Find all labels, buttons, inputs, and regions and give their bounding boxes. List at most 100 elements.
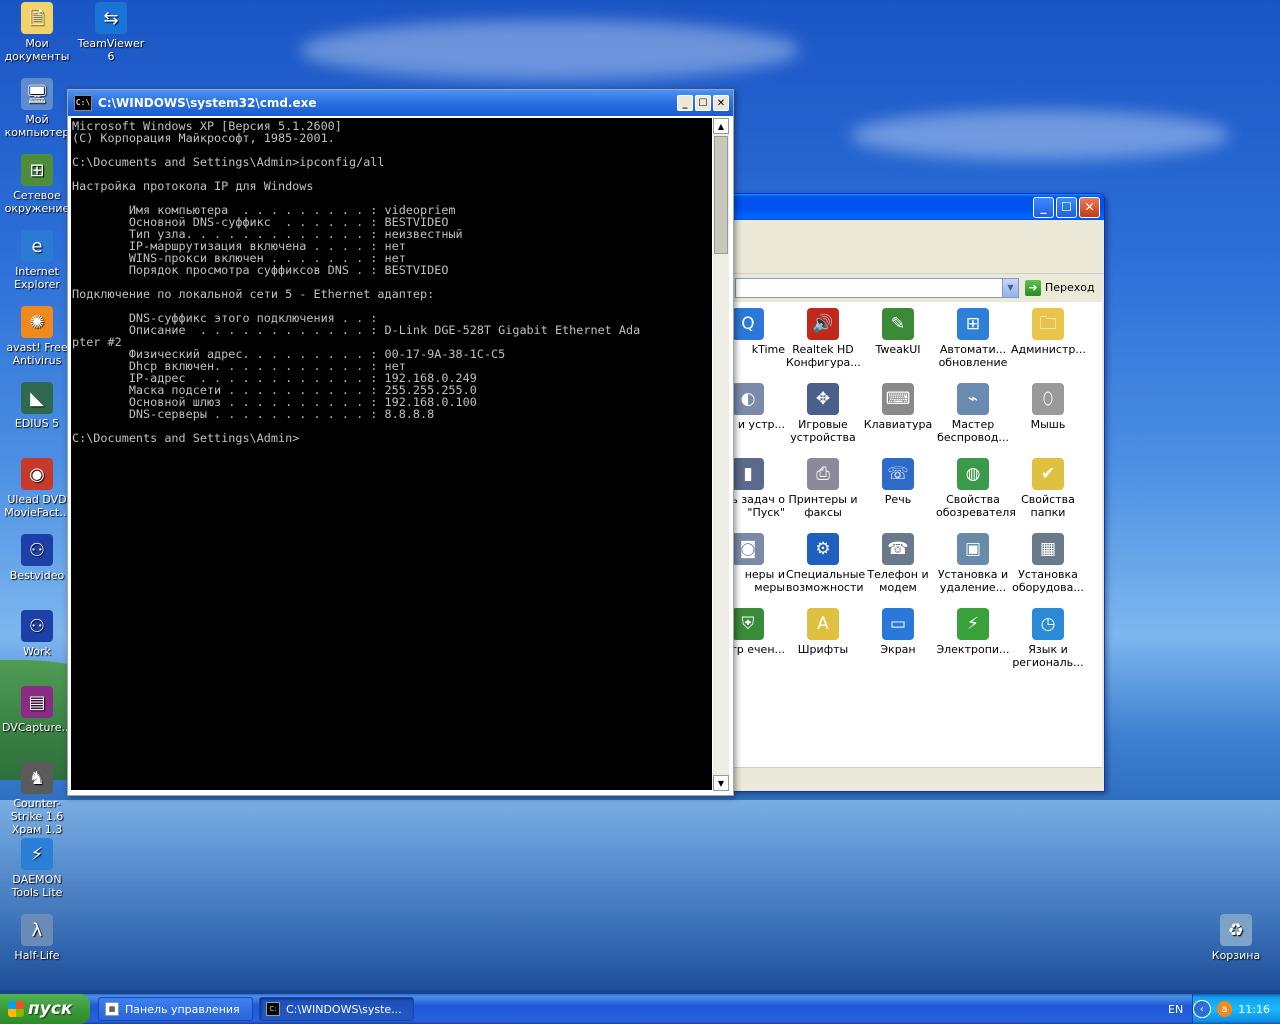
- control-panel-item[interactable]: ◷ Язык и региональ...: [1011, 608, 1085, 669]
- desktop-shortcut[interactable]: λ Half-Life: [0, 914, 74, 962]
- desktop-shortcut[interactable]: ✺ avast! Free Antivirus: [0, 306, 74, 367]
- desktop-shortcut-label: Ulead DVD MovieFact...: [4, 493, 70, 519]
- console-output[interactable]: Microsoft Windows XP [Версия 5.1.2600] (С…: [71, 118, 712, 790]
- control-panel-toolbar: [731, 221, 1104, 274]
- desktop-shortcut[interactable]: e Internet Explorer: [0, 230, 74, 291]
- control-panel-item[interactable]: ▮ ь задач о "Пуск": [731, 458, 785, 519]
- taskbar-item-label: Панель управления: [125, 1002, 240, 1016]
- cmd-icon: C:: [266, 1002, 280, 1016]
- control-panel-item[interactable]: ◐ уки и устр...: [731, 383, 785, 431]
- windows-logo-icon: [8, 1001, 24, 1017]
- control-panel-icon: ▦: [105, 1002, 119, 1016]
- control-panel-item[interactable]: ▦ Установка оборудова...: [1011, 533, 1085, 594]
- control-panel-item[interactable]: ✔ Свойства папки: [1011, 458, 1085, 519]
- my-documents-icon: 🗎: [21, 2, 53, 34]
- desktop-shortcut[interactable]: ⚇ Bestvideo: [0, 534, 74, 582]
- control-panel-item-label: Телефон и модем: [867, 568, 929, 594]
- avast-tray-icon[interactable]: a: [1216, 1001, 1233, 1017]
- administrative-tools-icon: 🗀: [1032, 308, 1064, 340]
- control-panel-item-label: уки и устр...: [731, 418, 785, 431]
- desktop-shortcut[interactable]: ⚡ DAEMON Tools Lite: [0, 838, 74, 899]
- counter-strike-icon: ♞: [21, 762, 53, 794]
- desktop-shortcut[interactable]: ⚇ Work: [0, 610, 74, 658]
- keyboard-icon: ⌨: [882, 383, 914, 415]
- desktop-shortcut[interactable]: ⇆ TeamViewer 6: [74, 2, 148, 63]
- add-remove-programs-icon: ▣: [957, 533, 989, 565]
- scroll-down-icon[interactable]: ▼: [713, 775, 729, 791]
- control-panel-item[interactable]: ☎ Телефон и модем: [861, 533, 935, 594]
- control-panel-item-label: Электропи...: [936, 643, 1010, 656]
- control-panel-item[interactable]: ⚙ Специальные возможности: [786, 533, 865, 594]
- control-panel-item[interactable]: 🔊 Realtek HD Конфигура...: [786, 308, 861, 369]
- desktop-shortcut-label: Internet Explorer: [14, 265, 60, 291]
- control-panel-item[interactable]: ✎ TweakUI: [861, 308, 935, 356]
- vertical-scrollbar[interactable]: ▲ ▼: [713, 118, 729, 791]
- start-button[interactable]: пуск: [0, 994, 90, 1024]
- address-dropdown-icon[interactable]: ▼: [1002, 278, 1018, 297]
- language-indicator[interactable]: EN: [1168, 1003, 1183, 1016]
- control-panel-item[interactable]: ◙ неры и меры: [731, 533, 785, 594]
- phone-modem-icon: ☎: [882, 533, 914, 565]
- go-button[interactable]: ➜ Переход: [1025, 279, 1095, 296]
- taskbar-item-control-panel[interactable]: ▦ Панель управления: [98, 997, 253, 1021]
- control-panel-item-label: Мастер беспровод...: [937, 418, 1009, 444]
- avast-icon: ✺: [21, 306, 53, 338]
- clock[interactable]: 11:16: [1238, 1003, 1270, 1016]
- control-panel-item[interactable]: ✥ Игровые устройства: [786, 383, 860, 444]
- close-button[interactable]: ✕: [713, 95, 729, 111]
- desktop-shortcut[interactable]: 🗎 Мои документы: [0, 2, 74, 63]
- close-button[interactable]: ✕: [1079, 196, 1100, 218]
- recycle-bin-icon: ♻: [1220, 914, 1252, 946]
- desktop-shortcut-label: Half-Life: [14, 949, 60, 962]
- maximize-button[interactable]: ☐: [1056, 196, 1077, 218]
- scroll-up-icon[interactable]: ▲: [713, 118, 729, 134]
- control-panel-item[interactable]: ⎙ Принтеры и факсы: [786, 458, 860, 519]
- control-panel-item[interactable]: ⌨ Клавиатура: [861, 383, 935, 431]
- control-panel-item[interactable]: ▣ Установка и удаление...: [936, 533, 1010, 594]
- control-panel-item[interactable]: QkTime: [731, 308, 785, 356]
- minimize-button[interactable]: _: [677, 95, 693, 111]
- desktop-shortcut[interactable]: ⊞ Сетевое окружение: [0, 154, 74, 215]
- control-panel-item[interactable]: ⊞ Автомати... обновление: [936, 308, 1010, 369]
- control-panel-item[interactable]: 🗀 Администр...: [1011, 308, 1086, 356]
- desktop-shortcut[interactable]: ♻ Корзина: [1199, 914, 1273, 962]
- desktop-shortcut[interactable]: ◉ Ulead DVD MovieFact...: [0, 458, 74, 519]
- cmd-window-title: C:\WINDOWS\system32\cmd.exe: [98, 96, 317, 110]
- my-computer-icon: 🖥: [21, 78, 53, 110]
- address-input[interactable]: ▼: [735, 277, 1019, 298]
- control-panel-item[interactable]: ▭ Экран: [861, 608, 935, 656]
- control-panel-item[interactable]: ☏ Речь: [861, 458, 935, 506]
- control-panel-item[interactable]: ⛨ нтр ечен...: [731, 608, 785, 656]
- control-panel-item-label: Установка оборудова...: [1012, 568, 1084, 594]
- taskbar-item-cmd[interactable]: C: C:\WINDOWS\syste...: [259, 997, 414, 1021]
- cmd-titlebar[interactable]: C:\ C:\WINDOWS\system32\cmd.exe _ ☐ ✕: [68, 90, 733, 116]
- control-panel-item[interactable]: ◍ Свойства обозревателя: [936, 458, 1016, 519]
- show-hidden-icons-icon[interactable]: ‹: [1193, 1000, 1211, 1018]
- control-panel-item-label: TweakUI: [875, 343, 921, 356]
- control-panel-item[interactable]: A Шрифты: [786, 608, 860, 656]
- control-panel-item[interactable]: ⚡ Электропи...: [936, 608, 1010, 656]
- go-arrow-icon: ➜: [1025, 279, 1041, 296]
- control-panel-item-label: Свойства обозревателя: [936, 493, 1016, 519]
- control-panel-items: QkTime 🔊 Realtek HD Конфигура... ✎ TweakUI ⊞ А…: [731, 302, 1102, 767]
- cmd-window[interactable]: C:\ C:\WINDOWS\system32\cmd.exe _ ☐ ✕ Mi…: [67, 89, 734, 796]
- control-panel-item-label: Мышь: [1030, 418, 1066, 431]
- desktop-shortcut[interactable]: ◣ EDIUS 5: [0, 382, 74, 430]
- control-panel-item-label: Экран: [880, 643, 916, 656]
- bestvideo-icon: ⚇: [21, 534, 53, 566]
- control-panel-titlebar[interactable]: _ ☐ ✕: [731, 194, 1104, 220]
- desktop-shortcut[interactable]: 🖥 Мой компьютер: [0, 78, 74, 139]
- desktop-shortcut[interactable]: ▤ DVCapture...: [0, 686, 74, 734]
- control-panel-window[interactable]: _ ☐ ✕ ▼ ➜ Переход QkTime 🔊 Realtek HD Конф…: [730, 193, 1105, 792]
- internet-explorer-icon: e: [21, 230, 53, 262]
- scroll-thumb[interactable]: [714, 136, 728, 254]
- control-panel-item-label: неры и меры: [744, 568, 785, 594]
- control-panel-item[interactable]: ⌁ Мастер беспровод...: [936, 383, 1010, 444]
- desktop-shortcut[interactable]: ♞ Counter-Strike 1.6 Храм 1.3: [0, 762, 74, 836]
- minimize-button[interactable]: _: [1033, 196, 1054, 218]
- sky-cloud: [300, 20, 800, 80]
- scanners-cameras-icon: ◙: [732, 533, 764, 565]
- desktop-shortcut-label: DVCapture...: [1, 721, 73, 734]
- control-panel-item[interactable]: ⬯ Мышь: [1011, 383, 1085, 431]
- maximize-button[interactable]: ☐: [695, 95, 711, 111]
